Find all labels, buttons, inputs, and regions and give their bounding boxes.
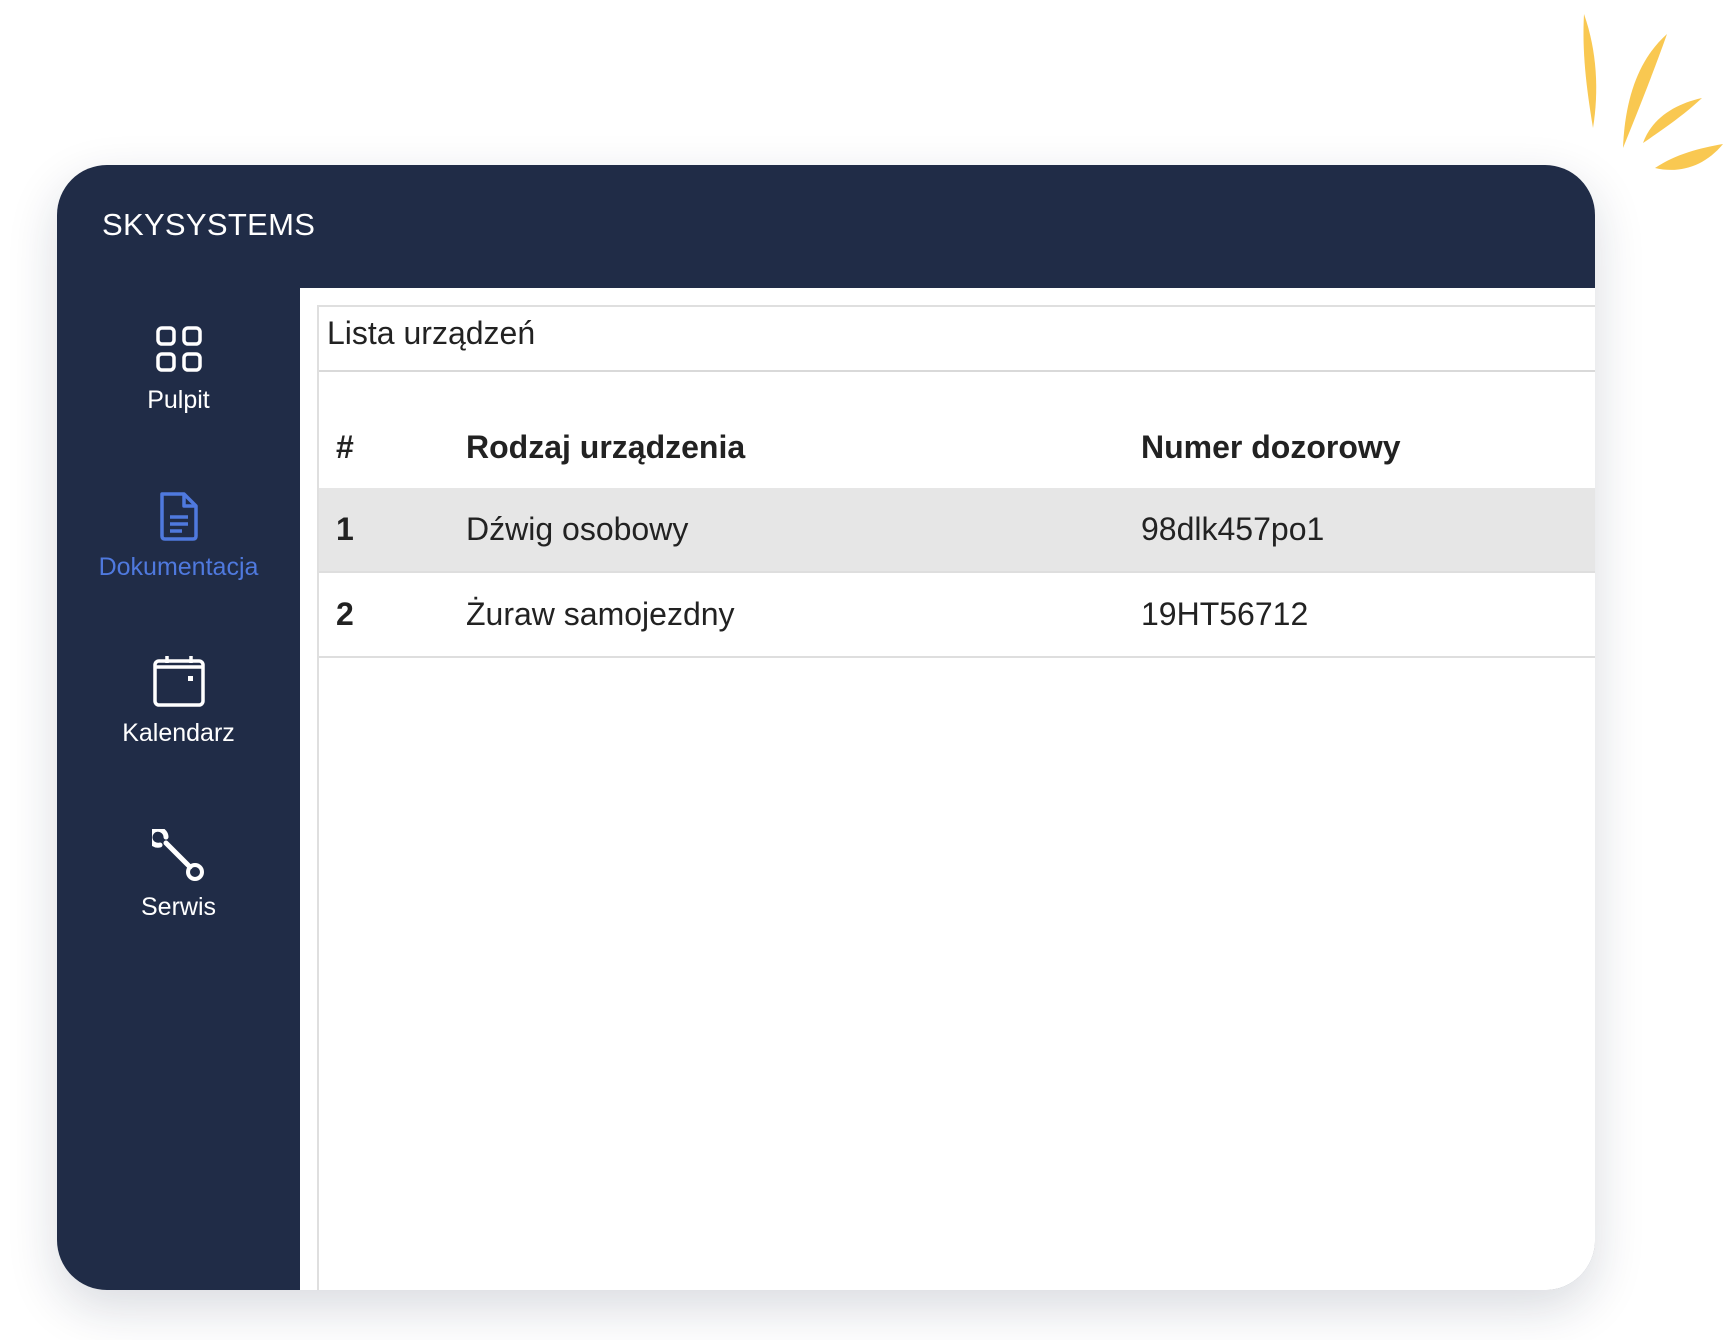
main-content: Lista urządzeń # Rodzaj urządzenia Numer… — [300, 288, 1595, 1290]
device-list-card: Lista urządzeń # Rodzaj urządzenia Numer… — [317, 305, 1595, 1290]
app-window: SKYSYSTEMS Pulpit Dokumentacja Kalendarz… — [57, 165, 1595, 1290]
grid-icon — [156, 326, 202, 372]
divider — [319, 370, 1595, 372]
column-header-registration-number[interactable]: Numer dozorowy — [1141, 406, 1595, 488]
page-title: Lista urządzeń — [327, 315, 536, 351]
sidebar-item-pulpit[interactable]: Pulpit — [57, 322, 300, 442]
registration-number-cell: 19HT56712 — [1141, 572, 1595, 658]
sidebar-item-kalendarz[interactable]: Kalendarz — [57, 655, 300, 775]
device-type-cell: Dźwig osobowy — [466, 488, 1141, 573]
sidebar-item-label: Serwis — [140, 893, 216, 921]
sidebar-item-label: Kalendarz — [122, 719, 235, 747]
document-icon — [160, 492, 198, 541]
table-row[interactable]: 1 Dźwig osobowy 98dlk457po1 — [319, 488, 1595, 573]
devices-table: # Rodzaj urządzenia Numer dozorowy 1 Dźw… — [319, 406, 1595, 658]
sparkle-decoration-icon — [1583, 14, 1723, 170]
registration-number-cell: 98dlk457po1 — [1141, 488, 1595, 573]
sidebar: Pulpit Dokumentacja Kalendarz Serwis — [57, 288, 300, 1290]
sidebar-item-dokumentacja[interactable]: Dokumentacja — [57, 489, 300, 609]
calendar-icon — [153, 656, 205, 707]
table-header-row: # Rodzaj urządzenia Numer dozorowy — [319, 406, 1595, 488]
device-type-cell: Żuraw samojezdny — [466, 572, 1141, 658]
column-header-device-type[interactable]: Rodzaj urządzenia — [466, 406, 1141, 488]
sidebar-item-label: Pulpit — [147, 386, 210, 414]
row-number-cell: 2 — [319, 572, 466, 658]
sidebar-item-label: Dokumentacja — [98, 553, 259, 581]
column-header-number[interactable]: # — [319, 406, 466, 488]
table-row[interactable]: 2 Żuraw samojezdny 19HT56712 — [319, 572, 1595, 658]
brand-logo: SKYSYSTEMS — [102, 207, 316, 242]
sidebar-item-serwis[interactable]: Serwis — [57, 829, 300, 949]
row-number-cell: 1 — [319, 488, 466, 573]
wrench-icon — [152, 829, 204, 881]
